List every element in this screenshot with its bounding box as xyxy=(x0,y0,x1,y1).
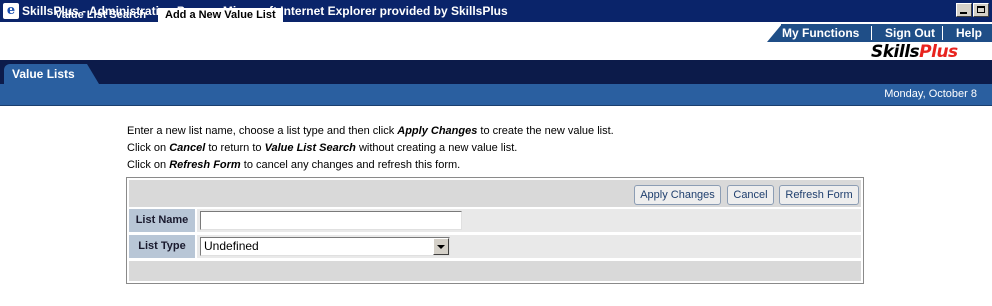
subtab-add-new-value-list[interactable]: Add a New Value List xyxy=(158,8,283,23)
nav-divider xyxy=(871,26,872,40)
list-type-label: List Type xyxy=(129,235,195,258)
sub-nav-bar xyxy=(0,84,992,106)
nav-divider xyxy=(942,26,943,40)
sign-out-link[interactable]: Sign Out xyxy=(885,24,935,42)
window-titlebar: e SkillsPlus - Administration Pages - Mi… xyxy=(0,0,992,22)
instruction-line-3: Click on Refresh Form to cancel any chan… xyxy=(127,159,461,171)
list-type-select[interactable]: Undefined xyxy=(200,237,450,256)
form-footer xyxy=(129,261,861,281)
list-name-cell xyxy=(197,209,861,232)
instruction-line-2: Click on Cancel to return to Value List … xyxy=(127,142,518,154)
maximize-icon xyxy=(977,6,985,13)
list-type-cell: Undefined xyxy=(197,235,861,258)
list-type-selected-value: Undefined xyxy=(204,239,259,253)
form-toolbar: Apply Changes Cancel Refresh Form xyxy=(129,180,861,207)
refresh-form-button[interactable]: Refresh Form xyxy=(779,185,859,205)
ie-icon: e xyxy=(3,3,19,19)
current-date: Monday, October 8 xyxy=(884,88,977,100)
value-list-form: Apply Changes Cancel Refresh Form List N… xyxy=(126,177,864,284)
chevron-down-icon[interactable] xyxy=(433,238,449,255)
maximize-button[interactable] xyxy=(973,3,989,17)
minimize-icon xyxy=(960,12,967,14)
minimize-button[interactable] xyxy=(956,3,972,17)
my-functions-link[interactable]: My Functions xyxy=(782,24,859,42)
cancel-button[interactable]: Cancel xyxy=(727,185,774,205)
help-link[interactable]: Help xyxy=(956,24,982,42)
subtab-value-list-search[interactable]: Value List Search xyxy=(55,8,146,22)
top-function-nav: My Functions Sign Out Help xyxy=(767,24,992,42)
list-name-label: List Name xyxy=(129,209,195,232)
skillsplus-logo: SkillsPlus xyxy=(871,42,958,62)
main-tab-band xyxy=(0,60,992,84)
instruction-line-1: Enter a new list name, choose a list typ… xyxy=(127,125,614,137)
tab-value-lists[interactable]: Value Lists xyxy=(4,64,99,84)
apply-changes-button[interactable]: Apply Changes xyxy=(634,185,721,205)
list-name-input[interactable] xyxy=(200,211,462,230)
